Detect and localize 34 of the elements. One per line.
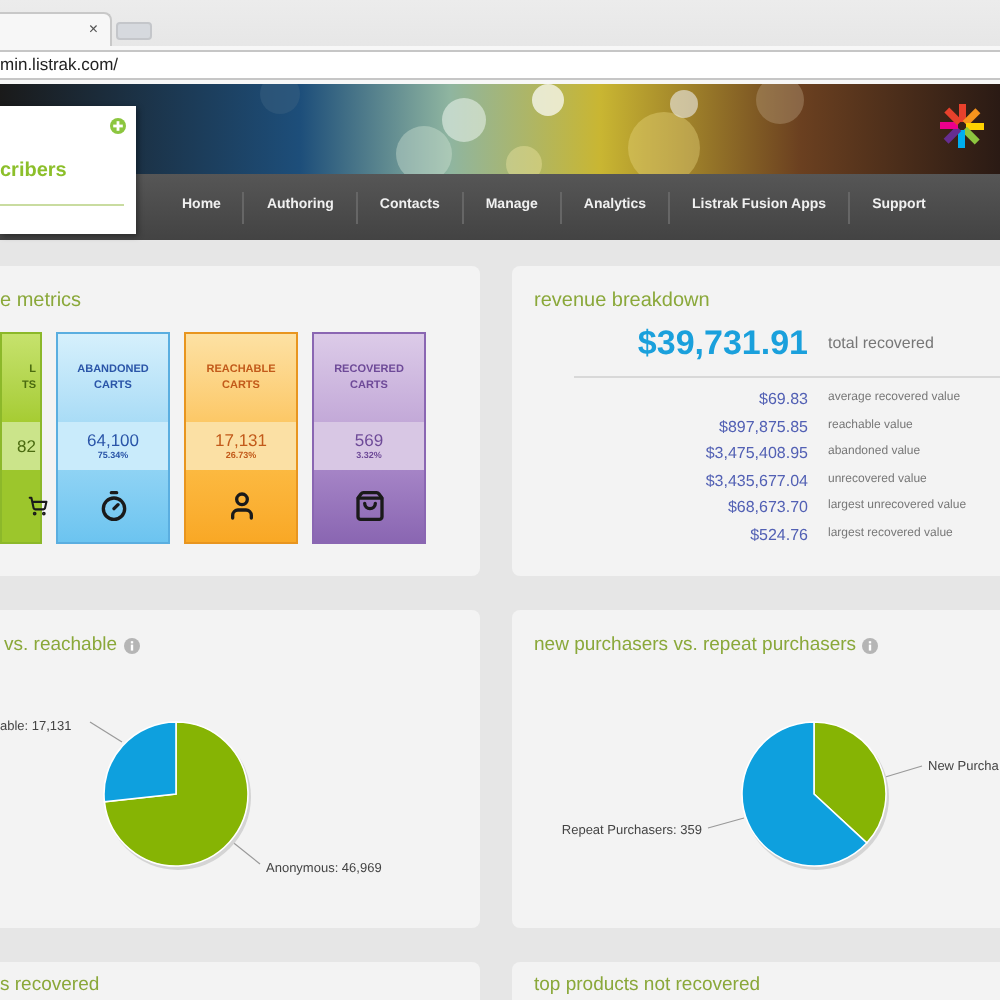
tile-value: 17,131: [215, 430, 267, 450]
info-icon[interactable]: [123, 638, 140, 654]
stopwatch-icon: [97, 490, 129, 522]
leader-line: [89, 721, 123, 743]
card-title: e metrics: [0, 288, 84, 314]
new-tab-button[interactable]: [116, 22, 152, 40]
revenue-value: $68,673.70: [725, 496, 808, 518]
leader-line: [707, 817, 745, 829]
leader-line: [881, 765, 923, 779]
panel-title: cribers: [0, 160, 69, 184]
address-bar[interactable]: min.listrak.com/: [0, 49, 1000, 79]
card-title: s recovered: [0, 974, 102, 998]
revenue-value: $3,435,677.04: [703, 469, 808, 491]
revenue-value: $524.76: [748, 523, 808, 545]
card-title: new purchasers vs. repeat purchasers: [534, 634, 857, 658]
card-title: vs. reachable: [4, 634, 118, 658]
total-recovered-label: total recovered: [828, 332, 936, 356]
cart-icon: [28, 496, 48, 516]
revenue-value: $69.83: [757, 388, 808, 410]
revenue-value: $3,475,408.95: [703, 442, 808, 464]
plus-icon[interactable]: [110, 118, 126, 134]
close-button[interactable]: ×: [88, 22, 98, 38]
card-title: revenue breakdown: [532, 288, 712, 314]
tile-value: 82: [17, 436, 36, 456]
leader-line: [229, 839, 261, 865]
person-icon: [225, 490, 257, 522]
tile-value: 569: [354, 430, 384, 450]
shopping-bag-icon: [353, 490, 385, 522]
card-title: top products not recovered: [534, 974, 763, 998]
total-recovered-value: $39,731.91: [635, 324, 808, 364]
tile-value: 64,100: [87, 430, 139, 450]
browser-tab[interactable]: ×: [0, 12, 112, 46]
revenue-value: $897,875.85: [717, 415, 808, 437]
info-icon[interactable]: [862, 638, 879, 654]
